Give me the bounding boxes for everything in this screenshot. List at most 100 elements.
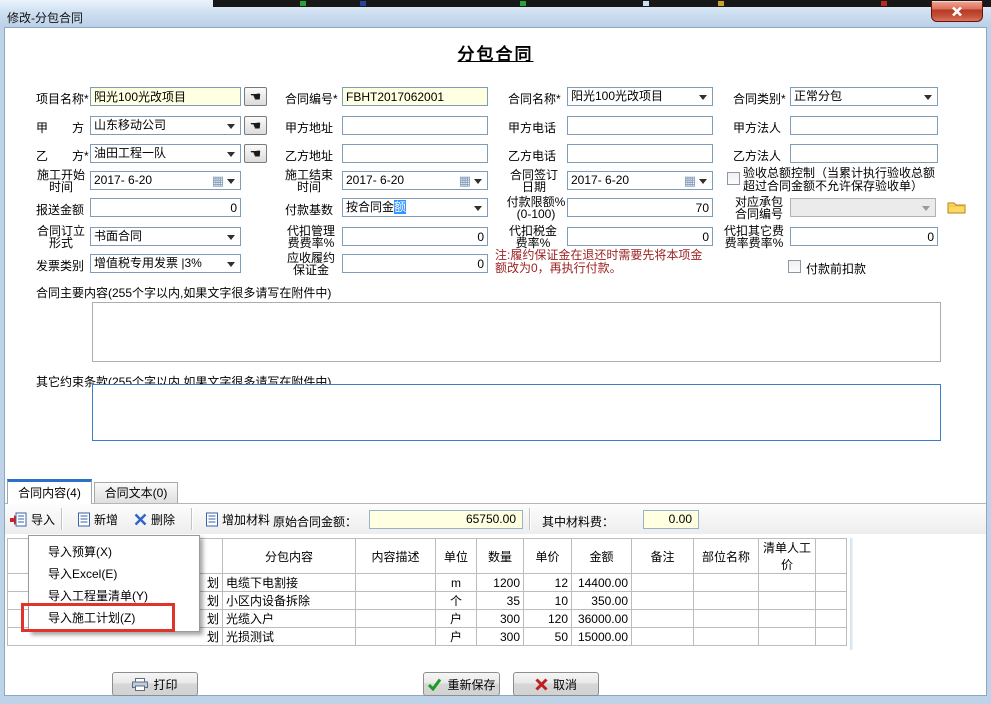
browse-contract-button[interactable]: [943, 197, 969, 217]
end-time-picker[interactable]: 2017- 6-20 ▦: [342, 171, 488, 190]
table-cell[interactable]: [632, 574, 694, 592]
table-cell[interactable]: [356, 592, 436, 610]
table-cell[interactable]: [816, 628, 847, 646]
table-cell[interactable]: [356, 574, 436, 592]
table-cell[interactable]: 300: [477, 610, 524, 628]
tab-contract-content[interactable]: 合同内容(4): [7, 479, 92, 504]
background-app-strip: [213, 0, 991, 7]
report-amount-input[interactable]: [90, 198, 241, 217]
deposit-input[interactable]: [342, 254, 488, 273]
cancel-label: 取消: [553, 676, 577, 693]
material-fee-field[interactable]: 0.00: [643, 510, 699, 529]
cancel-button[interactable]: 取消: [513, 672, 599, 696]
table-cell[interactable]: 个: [436, 592, 477, 610]
delete-x-icon: [134, 513, 147, 526]
menu-item-import-excel[interactable]: 导入Excel(E): [29, 563, 199, 585]
table-cell[interactable]: 10: [524, 592, 572, 610]
party-b-legal-input[interactable]: [790, 144, 938, 163]
party-a-addr-input[interactable]: [342, 116, 488, 135]
table-cell[interactable]: 光损测试: [223, 628, 356, 646]
party-b-tel-label: 乙方电话: [508, 147, 556, 161]
table-cell[interactable]: [694, 610, 759, 628]
orig-amount-field[interactable]: 65750.00: [369, 510, 523, 529]
table-cell[interactable]: 36000.00: [572, 610, 632, 628]
import-button[interactable]: 导入: [7, 509, 58, 529]
add-row-button[interactable]: 新增: [75, 509, 121, 529]
table-cell[interactable]: [816, 610, 847, 628]
table-cell[interactable]: 户: [436, 610, 477, 628]
related-contract-combo[interactable]: [790, 198, 936, 217]
table-cell[interactable]: [816, 574, 847, 592]
table-cell[interactable]: 120: [524, 610, 572, 628]
party-b-tel-input[interactable]: [567, 144, 713, 163]
col-header: 备注: [632, 539, 694, 574]
party-a-combo[interactable]: 山东移动公司: [90, 116, 241, 135]
tab-contract-text[interactable]: 合同文本(0): [94, 482, 178, 504]
party-a-tel-input[interactable]: [567, 116, 713, 135]
party-b-select-button[interactable]: ☚: [244, 144, 267, 163]
table-cell[interactable]: 1200: [477, 574, 524, 592]
pay-limit-input[interactable]: [567, 198, 713, 217]
table-cell[interactable]: 300: [477, 628, 524, 646]
sign-date-picker[interactable]: 2017- 6-20 ▦: [567, 171, 713, 190]
table-cell[interactable]: 50: [524, 628, 572, 646]
table-cell[interactable]: 户: [436, 628, 477, 646]
close-button[interactable]: [931, 1, 983, 22]
table-cell[interactable]: [632, 628, 694, 646]
table-cell[interactable]: [759, 628, 816, 646]
related-contract-label: 对应承包 合同编号: [731, 196, 787, 220]
table-cell[interactable]: [694, 628, 759, 646]
project-name-input[interactable]: [90, 87, 241, 106]
invoice-type-combo[interactable]: 增值税专用发票 |3%: [90, 254, 241, 273]
table-cell[interactable]: 14400.00: [572, 574, 632, 592]
pre-deduct-checkbox[interactable]: [788, 260, 801, 273]
tax-fee-input[interactable]: [567, 227, 713, 246]
party-b-combo[interactable]: 油田工程一队: [90, 144, 241, 163]
other-fee-input[interactable]: [790, 227, 938, 246]
contract-no-input[interactable]: [342, 87, 488, 106]
party-a-select-button[interactable]: ☚: [244, 116, 267, 135]
main-content-textarea[interactable]: [92, 302, 941, 362]
form-type-combo[interactable]: 书面合同: [90, 227, 241, 246]
contract-type-combo[interactable]: 正常分包: [790, 87, 938, 106]
contract-no-label: 合同编号*: [285, 90, 338, 104]
print-button[interactable]: 打印: [112, 672, 198, 696]
contract-name-combo[interactable]: 阳光100光改项目: [567, 87, 713, 106]
party-a-legal-input[interactable]: [790, 116, 938, 135]
table-cell[interactable]: [632, 592, 694, 610]
background-icon: [881, 1, 887, 6]
pay-base-combo[interactable]: 按合同金额: [342, 198, 488, 217]
table-cell[interactable]: 电缆下电割接: [223, 574, 356, 592]
end-time-value: 2017- 6-20: [346, 173, 404, 187]
table-cell[interactable]: 光缆入户: [223, 610, 356, 628]
delete-row-button[interactable]: 删除: [131, 509, 178, 529]
table-cell[interactable]: [759, 592, 816, 610]
party-b-addr-input[interactable]: [342, 144, 488, 163]
project-select-button[interactable]: ☚: [244, 87, 267, 106]
table-cell[interactable]: 小区内设备拆除: [223, 592, 356, 610]
party-a-value: 山东移动公司: [94, 118, 166, 132]
add-material-button[interactable]: 增加材料: [203, 509, 273, 529]
start-time-picker[interactable]: 2017- 6-20 ▦: [90, 171, 241, 190]
menu-item-import-budget[interactable]: 导入预算(X): [29, 541, 199, 563]
table-cell[interactable]: [694, 592, 759, 610]
table-cell[interactable]: [694, 574, 759, 592]
party-a-label: 甲 方: [36, 119, 84, 133]
table-cell[interactable]: [356, 628, 436, 646]
background-icon: [300, 1, 306, 6]
save-button[interactable]: 重新保存: [423, 672, 500, 696]
accept-control-checkbox[interactable]: [727, 172, 740, 185]
table-cell[interactable]: 12: [524, 574, 572, 592]
table-cell[interactable]: 35: [477, 592, 524, 610]
table-cell[interactable]: 15000.00: [572, 628, 632, 646]
table-cell[interactable]: [759, 574, 816, 592]
mgmt-fee-input[interactable]: [342, 227, 488, 246]
table-cell[interactable]: 350.00: [572, 592, 632, 610]
table-cell[interactable]: [816, 592, 847, 610]
table-cell[interactable]: [632, 610, 694, 628]
table-cell[interactable]: [356, 610, 436, 628]
table-cell[interactable]: [759, 610, 816, 628]
table-cell[interactable]: m: [436, 574, 477, 592]
col-header: 内容描述: [356, 539, 436, 574]
other-terms-textarea[interactable]: [92, 384, 941, 441]
